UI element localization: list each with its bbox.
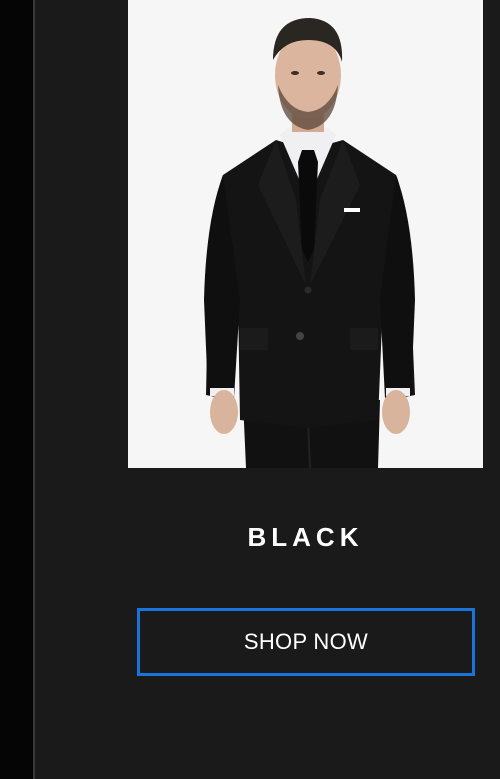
product-tile: BLACK SHOP NOW <box>0 0 500 779</box>
suit-model-illustration <box>128 0 483 468</box>
product-image[interactable] <box>128 0 483 468</box>
left-panel-edge <box>0 0 33 779</box>
product-color-name: BLACK <box>247 522 364 552</box>
shop-now-button[interactable]: SHOP NOW <box>137 608 475 676</box>
panel-divider <box>33 0 35 779</box>
